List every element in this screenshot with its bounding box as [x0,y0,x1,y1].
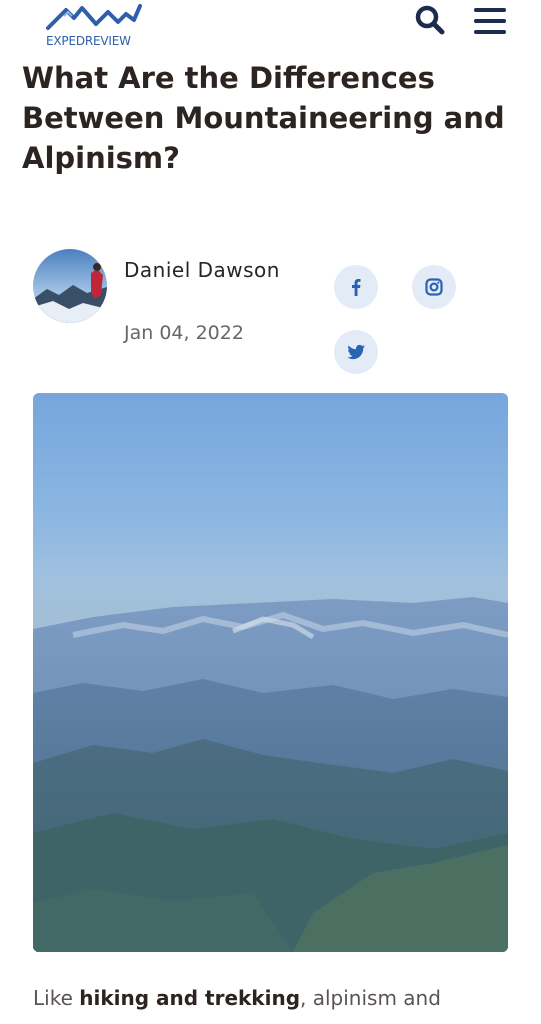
twitter-share-button[interactable] [334,330,378,374]
intro-text-start: Like [33,986,80,1010]
site-header: EXPEDREVIEW [0,0,541,56]
menu-button[interactable] [470,6,510,36]
author-avatar[interactable] [33,249,107,323]
article-title: What Are the Differences Between Mountai… [22,61,505,175]
hiking-trekking-link[interactable]: hiking and trekking [79,986,300,1010]
site-logo[interactable]: EXPEDREVIEW [44,0,154,54]
search-icon [415,5,445,35]
intro-paragraph: Like hiking and trekking, alpinism and [33,986,533,1010]
author-name[interactable]: Daniel Dawson [124,253,284,288]
mountains-logo-icon [46,4,142,30]
author-avatar-photo [33,249,107,323]
facebook-share-button[interactable] [334,265,378,309]
facebook-icon [352,279,361,296]
post-date: Jan 04, 2022 [124,322,244,344]
hamburger-menu-icon [474,19,506,23]
hero-mountain-image [33,393,508,952]
intro-text-end: , alpinism and [300,986,441,1010]
twitter-icon [347,344,365,360]
instagram-share-button[interactable] [412,265,456,309]
hamburger-menu-icon [474,30,506,34]
aerial-mountain-photo [33,393,508,952]
instagram-icon [425,278,443,296]
hamburger-menu-icon [474,8,506,12]
search-button[interactable] [412,2,446,36]
logo-text: EXPEDREVIEW [46,34,131,48]
